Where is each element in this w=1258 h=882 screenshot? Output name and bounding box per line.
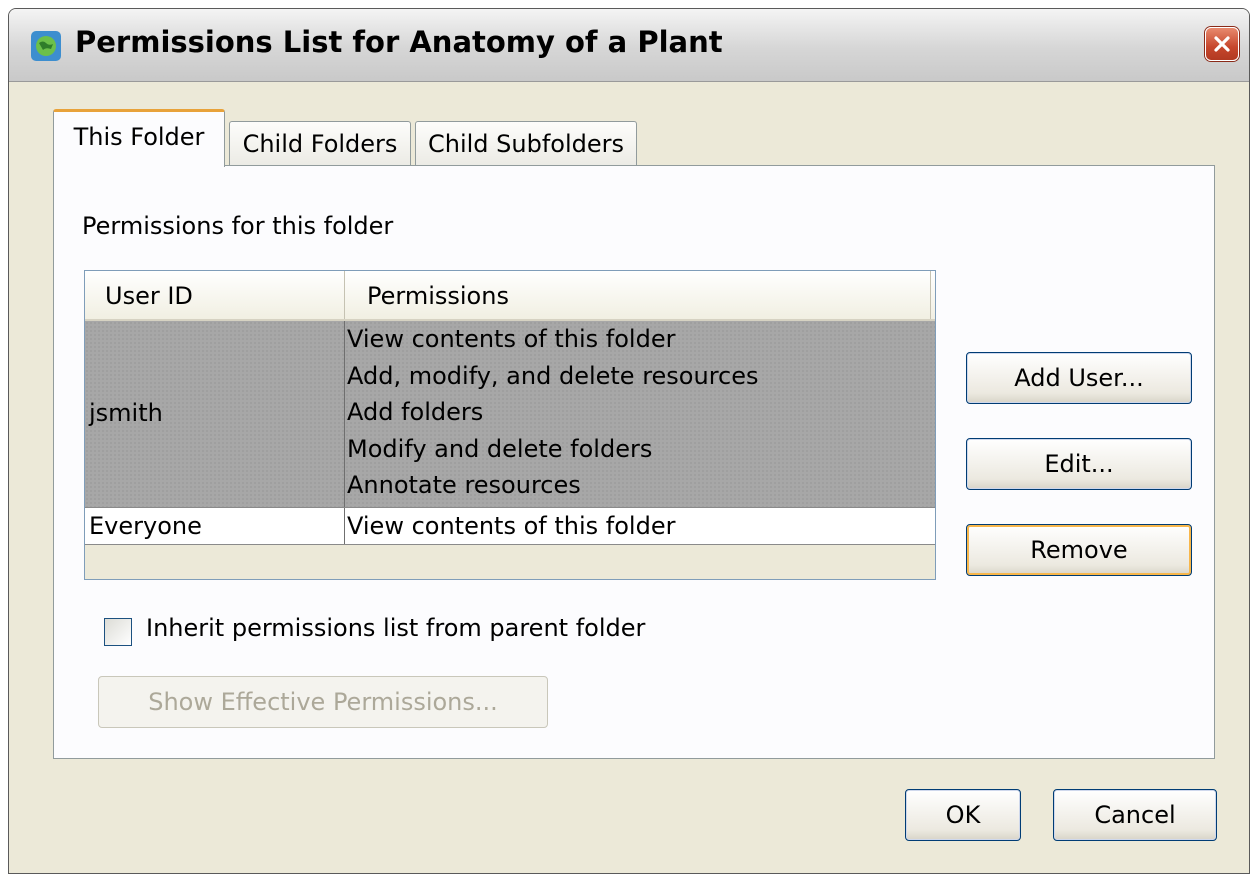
remove-button[interactable]: Remove	[966, 524, 1192, 576]
permission-item: Add folders	[347, 398, 484, 427]
permission-item: View contents of this folder	[347, 325, 676, 353]
inherit-permissions-label[interactable]: Inherit permissions list from parent fol…	[146, 614, 645, 642]
tab-panel: Permissions for this folder User ID Perm…	[53, 165, 1215, 759]
close-button[interactable]	[1205, 27, 1239, 61]
close-icon	[1214, 36, 1230, 52]
permission-item: Add, modify, and delete resources	[347, 361, 759, 390]
tab-this-folder[interactable]: This Folder	[53, 109, 225, 167]
window-title: Permissions List for Anatomy of a Plant	[75, 25, 723, 59]
table-row[interactable]: Everyone View contents of this folder	[85, 507, 935, 545]
column-header-user-id[interactable]: User ID	[85, 271, 345, 319]
edit-button[interactable]: Edit...	[966, 438, 1192, 490]
user-id-cell: Everyone	[85, 508, 345, 544]
permission-item: Annotate resources	[347, 471, 581, 500]
table-header: User ID Permissions	[85, 271, 935, 321]
column-header-permissions[interactable]: Permissions	[345, 271, 931, 319]
section-label: Permissions for this folder	[82, 212, 394, 240]
user-id-text: jsmith	[89, 399, 163, 427]
tab-child-folders[interactable]: Child Folders	[229, 121, 411, 165]
cancel-button[interactable]: Cancel	[1053, 789, 1217, 841]
permission-item: Modify and delete folders	[347, 434, 653, 463]
title-bar[interactable]: Permissions List for Anatomy of a Plant	[9, 9, 1249, 82]
checkbox-icon[interactable]	[104, 618, 132, 646]
permissions-dialog: Permissions List for Anatomy of a Plant …	[8, 8, 1250, 874]
globe-icon	[31, 31, 61, 61]
tab-child-subfolders[interactable]: Child Subfolders	[415, 121, 637, 165]
show-effective-permissions-button[interactable]: Show Effective Permissions...	[98, 676, 548, 728]
permissions-cell: View contents of this folder Add, modify…	[345, 321, 935, 507]
user-id-cell: jsmith	[85, 321, 345, 507]
ok-button[interactable]: OK	[905, 789, 1021, 841]
add-user-button[interactable]: Add User...	[966, 352, 1192, 404]
table-row[interactable]: jsmith View contents of this folder Add,…	[85, 321, 935, 507]
permissions-table[interactable]: User ID Permissions jsmith View contents…	[84, 270, 936, 580]
permissions-cell: View contents of this folder	[347, 512, 676, 540]
